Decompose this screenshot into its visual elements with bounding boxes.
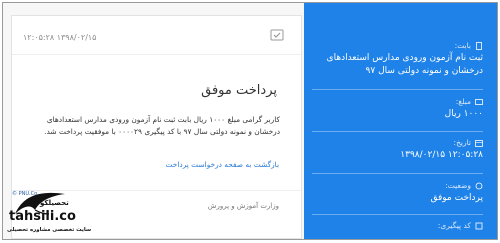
divider: [12, 54, 301, 55]
field-tracking-code: کد پیگیری:: [312, 221, 483, 230]
field-label: مبلغ:: [455, 97, 471, 106]
page-frame: ۱۲:۰۵:۲۸ ۱۳۹۸/۰۲/۱۵ پرداخت موفق کاربر گر…: [2, 2, 498, 240]
field-subject: بابت: ثبت نام آزمون ورودی مدارس استعداده…: [312, 41, 483, 78]
check-icon: [270, 29, 284, 41]
field-date: تاریخ: ۱۲:۰۵:۲۸ ۱۳۹۸/۰۲/۱۵: [312, 138, 483, 162]
field-value: پرداخت موفق: [430, 193, 483, 203]
watermark-brand-fa: تحصیلکو: [40, 199, 69, 207]
field-value: ثبت نام آزمون ورودی مدارس استعدادهای درخ…: [326, 53, 483, 76]
divider: [312, 131, 483, 132]
watermark-brand: tahsili.co: [9, 209, 76, 224]
field-label: بابت:: [454, 41, 471, 50]
status-icon: [475, 182, 483, 189]
divider: [312, 214, 483, 215]
page-title: پرداخت موفق: [201, 83, 277, 98]
receipt-date: ۱۲:۰۵:۲۸ ۱۳۹۸/۰۲/۱۵: [23, 33, 97, 42]
watermark-logo: © PNU.Co تحصیلکو tahsili.co سایت تخصصی م…: [7, 188, 91, 239]
wallet-icon: [475, 98, 483, 105]
payment-message: کاربر گرامی مبلغ ۱۰۰۰ ریال بابت ثبت نام …: [44, 115, 280, 136]
field-amount: مبلغ: ۱۰۰۰ ریال: [312, 97, 483, 121]
watermark-small-text: © PNU.Co: [12, 191, 38, 197]
field-label: وضعیت:: [445, 181, 471, 190]
details-panel: بابت: ثبت نام آزمون ورودی مدارس استعداده…: [304, 3, 497, 239]
field-value: ۱۰۰۰ ریال: [444, 109, 483, 119]
code-icon: [475, 222, 483, 229]
document-icon: [476, 41, 482, 50]
divider: [312, 173, 483, 174]
watermark-tagline: سایت تخصصی مشاوره تحصیلی: [7, 227, 92, 233]
footer-text: وزارت آموزش و پرورش: [207, 202, 279, 210]
field-value: ۱۲:۰۵:۲۸ ۱۳۹۸/۰۲/۱۵: [400, 150, 483, 160]
divider: [312, 89, 483, 90]
field-status: وضعیت: پرداخت موفق: [312, 181, 483, 205]
field-label: کد پیگیری:: [437, 221, 471, 230]
back-to-payment-link[interactable]: بازگشت به صفحه درخواست پرداخت: [166, 160, 279, 169]
calendar-icon: [475, 139, 483, 147]
field-label: تاریخ:: [453, 138, 471, 147]
